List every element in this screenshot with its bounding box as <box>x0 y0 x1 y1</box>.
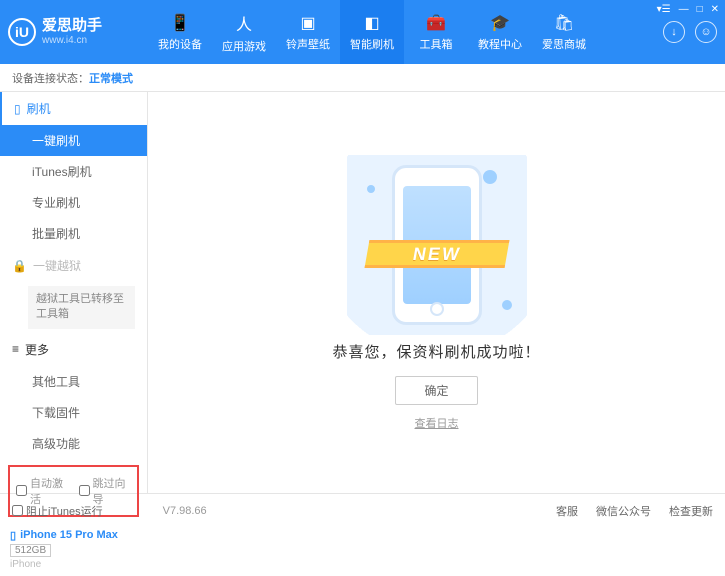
header-right: ↓ ☺ <box>663 21 717 43</box>
status-mode: 正常模式 <box>89 70 133 86</box>
sidebar: ▯刷机 一键刷机 iTunes刷机 专业刷机 批量刷机 🔒一键越狱 越狱工具已转… <box>0 92 148 493</box>
sidebar-header-flash[interactable]: ▯刷机 <box>0 92 147 125</box>
close-icon[interactable]: ✕ <box>711 4 719 15</box>
sidebar-item-one-click-flash[interactable]: 一键刷机 <box>0 125 147 156</box>
nav-apps[interactable]: 人应用游戏 <box>212 0 276 64</box>
sidebar-item-pro-flash[interactable]: 专业刷机 <box>0 187 147 218</box>
download-button[interactable]: ↓ <box>663 21 685 43</box>
main-panel: NEW 恭喜您，保资料刷机成功啦！ 确定 查看日志 <box>148 92 725 493</box>
list-icon: ≡ <box>12 342 19 356</box>
window-controls: ▾☰ — □ ✕ <box>657 4 719 15</box>
user-button[interactable]: ☺ <box>695 21 717 43</box>
logo: iU 爱思助手 www.i4.cn <box>8 18 148 46</box>
sidebar-header-more[interactable]: ≡更多 <box>0 333 147 366</box>
device-info: ▯iPhone 15 Pro Max 512GB iPhone <box>0 523 147 576</box>
success-illustration: NEW <box>347 155 527 335</box>
minimize-icon[interactable]: — <box>679 4 689 15</box>
top-nav: 📱我的设备 人应用游戏 ▣铃声壁纸 ◧智能刷机 🧰工具箱 🎓教程中心 🛍爱思商城 <box>148 0 596 64</box>
status-prefix: 设备连接状态： <box>12 70 89 86</box>
footer-update-link[interactable]: 检查更新 <box>669 503 713 519</box>
view-log-link[interactable]: 查看日志 <box>415 415 459 431</box>
nav-toolbox[interactable]: 🧰工具箱 <box>404 0 468 64</box>
menu-icon[interactable]: ▾☰ <box>657 4 671 15</box>
sidebar-item-download-firmware[interactable]: 下载固件 <box>0 397 147 428</box>
device-storage: 512GB <box>10 544 51 557</box>
phone-icon: ▯ <box>14 102 21 116</box>
sidebar-item-advanced[interactable]: 高级功能 <box>0 428 147 459</box>
nav-flash[interactable]: ◧智能刷机 <box>340 0 404 64</box>
status-bar: 设备连接状态： 正常模式 <box>0 64 725 92</box>
device-icon: ▯ <box>10 529 16 542</box>
version-label: V7.98.66 <box>163 505 207 517</box>
sidebar-item-batch-flash[interactable]: 批量刷机 <box>0 218 147 249</box>
new-banner: NEW <box>364 240 509 268</box>
nav-ringtones[interactable]: ▣铃声壁纸 <box>276 0 340 64</box>
ok-button[interactable]: 确定 <box>395 376 477 405</box>
nav-my-device[interactable]: 📱我的设备 <box>148 0 212 64</box>
footer-service-link[interactable]: 客服 <box>556 503 578 519</box>
header-bar: ▾☰ — □ ✕ iU 爱思助手 www.i4.cn 📱我的设备 人应用游戏 ▣… <box>0 0 725 64</box>
device-type: iPhone <box>10 559 137 570</box>
sidebar-item-other-tools[interactable]: 其他工具 <box>0 366 147 397</box>
success-message: 恭喜您，保资料刷机成功啦！ <box>332 341 540 362</box>
sidebar-item-itunes-flash[interactable]: iTunes刷机 <box>0 156 147 187</box>
jailbreak-note: 越狱工具已转移至工具箱 <box>28 286 135 329</box>
lock-icon: 🔒 <box>12 259 27 273</box>
sidebar-header-jailbreak: 🔒一键越狱 <box>0 249 147 282</box>
block-itunes-checkbox[interactable]: 阻止iTunes运行 <box>12 503 103 519</box>
logo-icon: iU <box>8 18 36 46</box>
nav-store[interactable]: 🛍爱思商城 <box>532 0 596 64</box>
app-url: www.i4.cn <box>42 35 102 46</box>
footer-wechat-link[interactable]: 微信公众号 <box>596 503 651 519</box>
maximize-icon[interactable]: □ <box>697 4 703 15</box>
nav-tutorials[interactable]: 🎓教程中心 <box>468 0 532 64</box>
device-name[interactable]: ▯iPhone 15 Pro Max <box>10 529 137 542</box>
app-name: 爱思助手 <box>42 18 102 35</box>
